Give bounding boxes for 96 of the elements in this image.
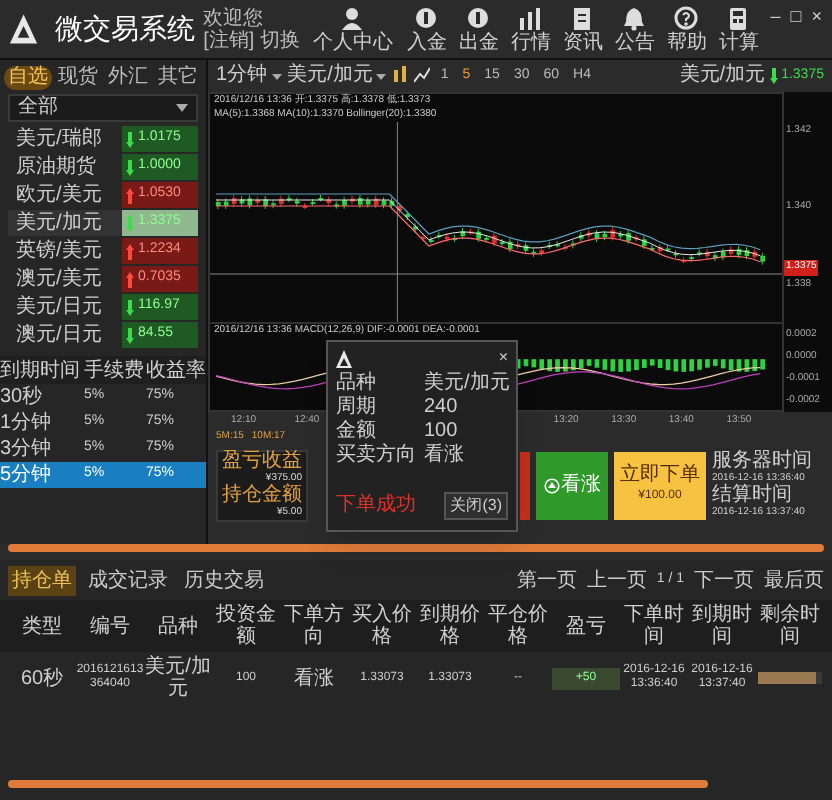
time-label: 结算时间 bbox=[712, 485, 794, 505]
table-cell: 美元/加元 bbox=[144, 656, 212, 700]
welcome-text: 欢迎您 bbox=[203, 7, 266, 29]
field-value: 100 bbox=[424, 419, 460, 441]
toolbar-button[interactable]: 入金 bbox=[404, 5, 449, 53]
time-label: 服务器时间 bbox=[712, 451, 814, 471]
field-label: 金额 bbox=[336, 419, 378, 441]
market-tab[interactable]: 其它 bbox=[154, 65, 202, 89]
column-header: 平仓价格 bbox=[486, 604, 550, 648]
instrument-name: 欧元/美元 bbox=[16, 183, 102, 207]
pager-button[interactable]: 第一页 bbox=[516, 565, 577, 595]
field-value: 美元/加元 bbox=[424, 371, 512, 393]
toolbar-button[interactable]: 行情 bbox=[508, 5, 553, 53]
caret-icon bbox=[271, 73, 282, 79]
column-header: 收益率 bbox=[146, 359, 208, 381]
market-tab[interactable]: 现货 bbox=[54, 65, 102, 89]
up-circle-icon bbox=[543, 477, 559, 493]
maximize-button[interactable]: □ bbox=[788, 4, 804, 31]
column-header: 盈亏 bbox=[564, 615, 608, 637]
instrument-name: 原油期货 bbox=[16, 155, 96, 179]
symbol-label: 美元/加元 bbox=[679, 64, 766, 88]
up-arrow-icon bbox=[126, 187, 134, 203]
column-header: 编号 bbox=[88, 615, 132, 637]
symbol-dropdown[interactable]: 美元/加元 bbox=[287, 64, 387, 88]
status-message: 下单成功 bbox=[336, 491, 416, 520]
market-tab[interactable]: 自选 bbox=[4, 65, 52, 89]
instrument-name: 美元/瑞郎 bbox=[16, 127, 102, 151]
field-value: 看涨 bbox=[424, 443, 466, 465]
period-dropdown[interactable]: 1分钟 bbox=[216, 64, 282, 88]
pager-button[interactable]: 下一页 bbox=[694, 565, 754, 595]
field-label: 买卖方向 bbox=[336, 443, 418, 465]
instrument-name: 澳元/日元 bbox=[16, 323, 102, 347]
logo-icon bbox=[336, 349, 352, 367]
instrument-name: 美元/加元 bbox=[16, 211, 102, 235]
column-header: 到期价格 bbox=[418, 604, 482, 648]
line-chart-icon bbox=[414, 66, 431, 86]
field-value: 240 bbox=[424, 395, 460, 417]
column-header: 类型 bbox=[20, 615, 64, 637]
scrollbar-thumb[interactable] bbox=[8, 780, 708, 788]
calculator-icon bbox=[726, 5, 751, 31]
field-label: 周期 bbox=[336, 395, 378, 417]
table-cell-text: 5分钟 bbox=[0, 464, 54, 486]
toolbar-button[interactable]: 计算 bbox=[716, 5, 761, 53]
column-header: 投资金额 bbox=[214, 604, 278, 648]
instrument-name: 美元/日元 bbox=[16, 295, 102, 319]
instrument-name: 英镑/美元 bbox=[16, 239, 102, 263]
user-center-button[interactable]: 个人中心 bbox=[308, 5, 397, 53]
market-tab[interactable]: 外汇 bbox=[104, 65, 152, 89]
dialog-close-button[interactable]: 关闭(3) bbox=[444, 491, 508, 519]
close-button[interactable]: × bbox=[809, 4, 824, 31]
coin-icon bbox=[414, 5, 439, 31]
toolbar-button[interactable]: 资讯 bbox=[560, 5, 605, 53]
down-arrow-icon bbox=[126, 215, 134, 231]
table-cell-text: 60秒 bbox=[18, 667, 66, 689]
logo-icon bbox=[8, 11, 40, 47]
person-icon bbox=[340, 5, 365, 31]
toolbar-button[interactable]: 公告 bbox=[612, 5, 657, 53]
toolbar-button[interactable]: 帮助 bbox=[664, 5, 709, 53]
question-icon bbox=[674, 5, 699, 31]
pager-button[interactable]: 最后页 bbox=[764, 565, 824, 595]
table-cell-text: 3分钟 bbox=[0, 438, 54, 460]
column-header: 下单时间 bbox=[622, 604, 686, 648]
table-cell-text: 1分钟 bbox=[0, 412, 54, 434]
sell-button[interactable] bbox=[520, 451, 530, 519]
filter-dropdown[interactable]: 全部 bbox=[8, 94, 198, 122]
bell-icon bbox=[622, 5, 647, 31]
instrument-name: 澳元/美元 bbox=[16, 267, 102, 291]
table-cell-text: 看涨 bbox=[292, 667, 336, 689]
pager-button[interactable]: 上一页 bbox=[586, 565, 647, 595]
order-tab[interactable]: 成交记录 bbox=[84, 565, 172, 595]
minimize-button[interactable]: – bbox=[768, 4, 783, 31]
candles-icon bbox=[392, 66, 409, 86]
caret-icon bbox=[176, 104, 188, 112]
down-arrow-icon bbox=[769, 68, 778, 84]
bar-chart-icon bbox=[518, 5, 543, 31]
app-title: 微交易系统 bbox=[55, 10, 196, 48]
column-header: 品种 bbox=[156, 615, 200, 637]
balance-label: 持仓金额 bbox=[222, 485, 302, 505]
column-header: 买入价格 bbox=[350, 604, 414, 648]
order-tab[interactable]: 历史交易 bbox=[180, 565, 268, 595]
column-header: 剩余时间 bbox=[758, 604, 822, 648]
buy-button[interactable]: 看涨 bbox=[536, 451, 608, 519]
column-header: 下单方向 bbox=[282, 604, 346, 648]
column-header: 手续费 bbox=[84, 359, 146, 381]
close-button[interactable]: × bbox=[498, 346, 508, 370]
field-label: 品种 bbox=[336, 371, 378, 393]
column-header: 到期时间 bbox=[0, 359, 82, 381]
document-icon bbox=[570, 5, 595, 31]
toolbar-button[interactable]: 出金 bbox=[456, 5, 501, 53]
coin-icon bbox=[466, 5, 491, 31]
balance-label: 盈亏收益 bbox=[222, 451, 302, 471]
order-tab[interactable]: 持仓单 bbox=[8, 565, 76, 595]
caret-icon bbox=[376, 73, 387, 79]
table-cell-text: 30秒 bbox=[0, 386, 45, 408]
column-header: 到期时间 bbox=[690, 604, 754, 648]
account-link[interactable]: [注销] 切换 bbox=[203, 29, 301, 51]
